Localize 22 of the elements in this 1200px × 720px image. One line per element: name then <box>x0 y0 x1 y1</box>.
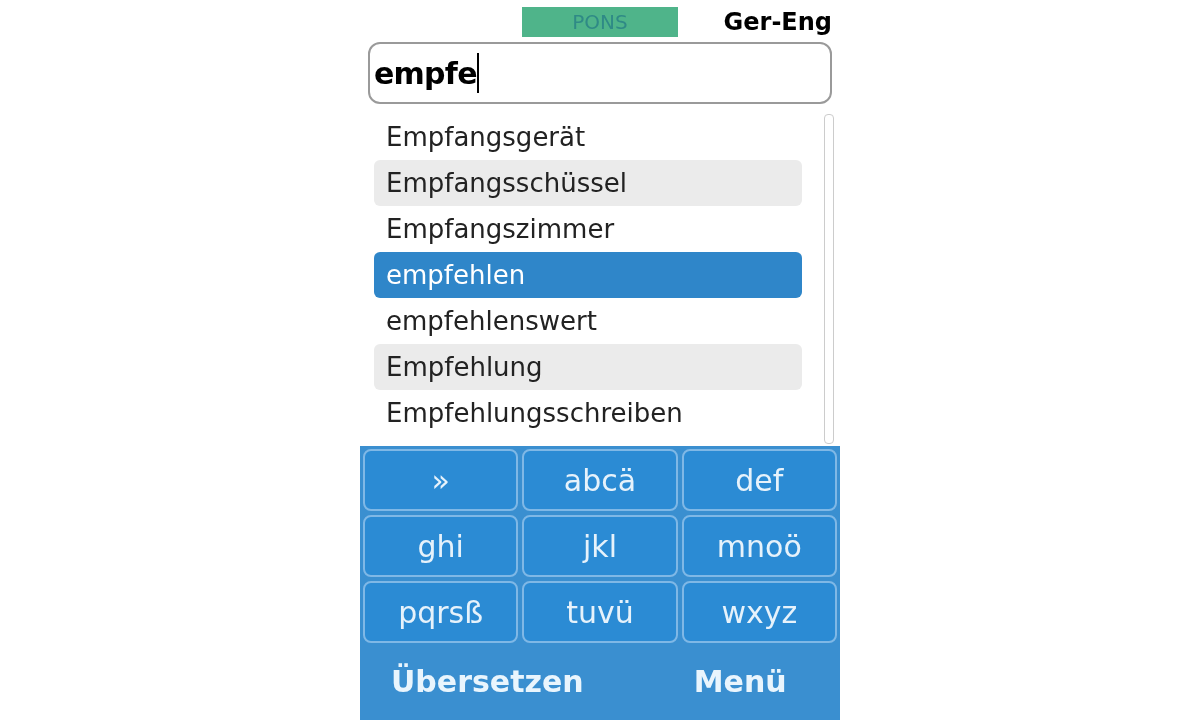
scrollbar[interactable] <box>824 114 834 444</box>
keypad-key[interactable]: tuvü <box>522 581 678 643</box>
keypad-key[interactable]: abcä <box>522 449 678 511</box>
keypad-key[interactable]: wxyz <box>681 581 837 643</box>
translate-softkey[interactable]: Übersetzen <box>391 659 584 704</box>
result-item[interactable]: Empfangsgerät <box>374 114 802 160</box>
text-cursor <box>476 53 479 93</box>
keypad-key[interactable]: » <box>363 449 519 511</box>
keypad-key[interactable]: jkl <box>522 515 678 577</box>
result-item[interactable]: Empfangsschüssel <box>374 160 802 206</box>
menu-softkey[interactable]: Menü <box>693 659 787 704</box>
keypad-key[interactable]: mnoö <box>681 515 837 577</box>
result-item[interactable]: empfehlenswert <box>374 298 802 344</box>
result-item[interactable]: empfehlen <box>374 252 802 298</box>
search-field[interactable]: empfe <box>368 42 832 104</box>
keypad-key[interactable]: pqrsß <box>363 581 519 643</box>
keypad-key[interactable]: def <box>681 449 837 511</box>
result-item[interactable]: Empfehlung <box>374 344 802 390</box>
result-item[interactable]: Empfangszimmer <box>374 206 802 252</box>
language-direction: Ger-Eng <box>723 7 832 38</box>
keypad-key[interactable]: ghi <box>363 515 519 577</box>
result-item[interactable]: Empfehlungsschreiben <box>374 390 802 436</box>
